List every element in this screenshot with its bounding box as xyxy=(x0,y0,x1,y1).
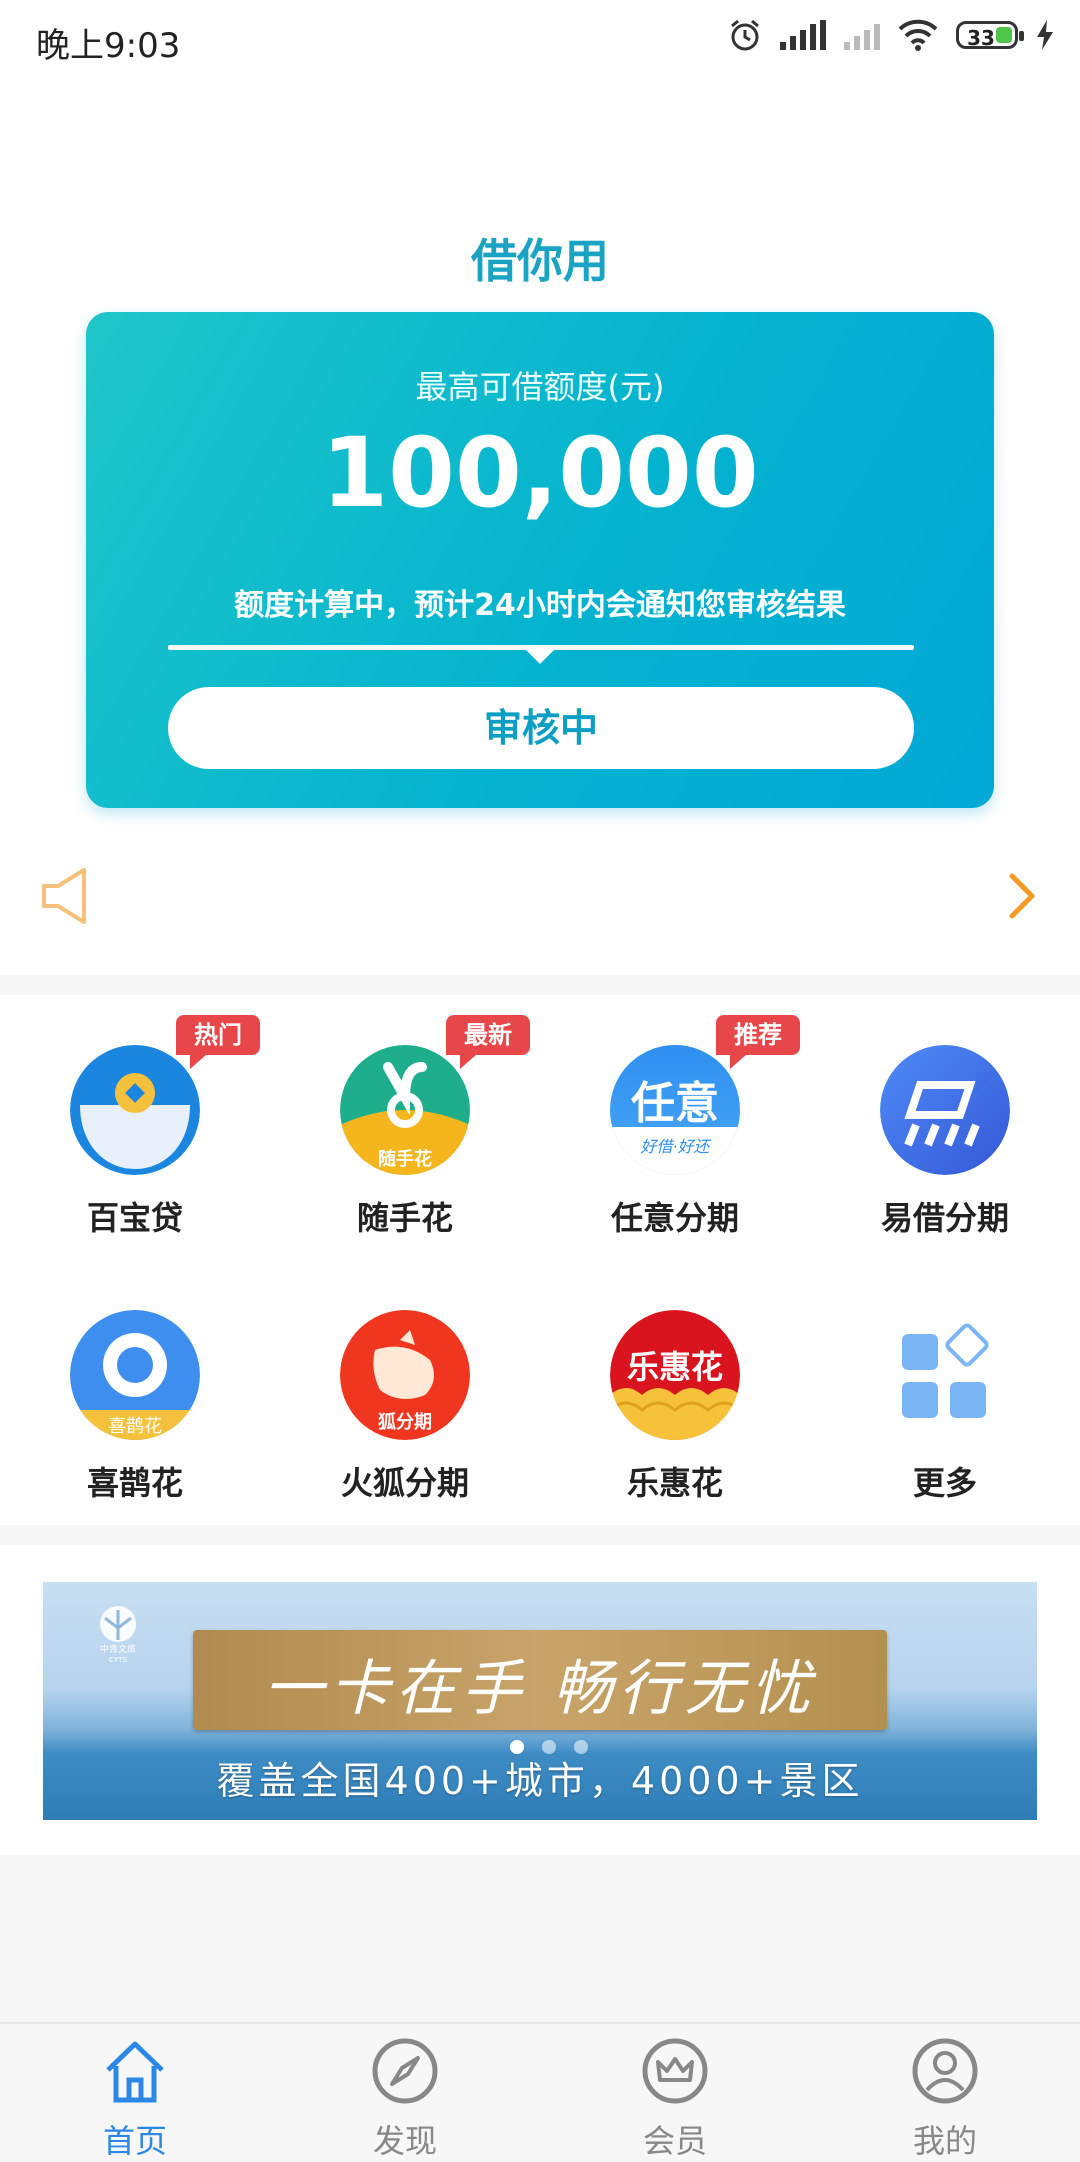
home-icon xyxy=(106,2041,164,2103)
product-label: 易借分期 xyxy=(880,1199,1009,1237)
product-grid: 热门 百宝贷 随手花 最新 随手花 任意 好借·好还 推荐 任意分期 易借分期 … xyxy=(0,995,1080,1525)
product-label: 百宝贷 xyxy=(86,1199,183,1237)
battery-level: 33 xyxy=(967,26,995,50)
badge-new: 最新 xyxy=(446,1015,530,1069)
lehuihua-icon: 乐惠花 xyxy=(610,1310,740,1440)
speaker-icon xyxy=(42,868,86,924)
tab-home[interactable]: 首页 xyxy=(0,2024,270,2162)
badge-hot: 热门 xyxy=(176,1015,260,1069)
charging-icon xyxy=(1037,20,1053,50)
product-label: 喜鹊花 xyxy=(86,1464,183,1502)
product-label: 随手花 xyxy=(356,1199,453,1237)
fox-icon: 狐分期 xyxy=(340,1310,470,1440)
promo-banner[interactable]: 中青文旅 CYTS 一卡在手 畅行无忧 覆盖全国400+城市，4000+景区 xyxy=(43,1582,1037,1820)
yijie-icon xyxy=(880,1045,1010,1175)
more-button[interactable]: 更多 xyxy=(810,1260,1080,1502)
limit-label: 最高可借额度(元) xyxy=(415,368,665,406)
product-lehuihua[interactable]: 乐惠花 乐惠花 xyxy=(540,1260,810,1502)
tab-label: 发现 xyxy=(372,2122,437,2160)
battery-icon: 33 xyxy=(956,21,1024,50)
signal-2-icon xyxy=(844,20,880,50)
tab-member[interactable]: 会员 xyxy=(540,2024,810,2162)
banner-subtitle: 覆盖全国400+城市，4000+景区 xyxy=(216,1759,864,1803)
badge-recommend: 推荐 xyxy=(716,1015,800,1069)
cyts-logo-icon: 中青文旅CYTS xyxy=(100,1606,136,1664)
icon-subtext: 好借·好还 xyxy=(640,1137,710,1156)
tab-label: 我的 xyxy=(912,2122,977,2160)
compass-icon xyxy=(372,2038,438,2104)
product-yijie[interactable]: 易借分期 xyxy=(810,995,1080,1237)
product-baibaodai[interactable]: 热门 百宝贷 xyxy=(0,995,270,1237)
review-status-button[interactable]: 审核中 xyxy=(168,687,914,769)
review-notice: 额度计算中，预计24小时内会通知您审核结果 xyxy=(234,588,846,623)
svg-text:CYTS: CYTS xyxy=(109,1656,127,1664)
icon-text: 狐分期 xyxy=(378,1412,432,1433)
product-label: 火狐分期 xyxy=(340,1464,469,1502)
svg-text:中青文旅: 中青文旅 xyxy=(100,1643,136,1655)
icon-text: 任意 xyxy=(631,1078,719,1129)
wifi-icon xyxy=(898,19,938,51)
tab-label: 首页 xyxy=(102,2122,167,2160)
alarm-icon xyxy=(731,19,759,51)
product-renyi[interactable]: 任意 好借·好还 推荐 任意分期 xyxy=(540,995,810,1237)
status-time: 晚上9:03 xyxy=(36,26,181,66)
product-suishouhua[interactable]: 随手花 最新 随手花 xyxy=(270,995,540,1237)
limit-amount: 100,000 xyxy=(321,417,759,529)
bottom-tab-bar: 首页 发现 会员 我的 xyxy=(0,2022,1080,2162)
icon-text: 乐惠花 xyxy=(626,1348,723,1386)
crown-icon xyxy=(642,2038,708,2104)
renyi-icon: 任意 好借·好还 xyxy=(610,1045,740,1175)
banner-headline: 一卡在手 畅行无忧 xyxy=(263,1654,817,1724)
credit-limit-card: 最高可借额度(元) 100,000 额度计算中，预计24小时内会通知您审核结果 … xyxy=(86,312,994,808)
icon-text: 随手花 xyxy=(378,1149,432,1170)
page-title: 借你用 xyxy=(471,234,609,288)
divider-notch xyxy=(524,648,556,664)
icon-text: 喜鹊花 xyxy=(108,1416,162,1437)
coin-icon xyxy=(70,1045,200,1175)
suishouhua-icon: 随手花 xyxy=(340,1045,470,1175)
tab-label: 会员 xyxy=(642,2122,707,2160)
product-label: 任意分期 xyxy=(610,1199,739,1237)
status-icons: 33 xyxy=(728,18,1054,52)
product-xiquehua[interactable]: 喜鹊花 喜鹊花 xyxy=(0,1260,270,1502)
chevron-right-icon[interactable] xyxy=(1004,870,1040,922)
status-bar: 晚上9:03 33 xyxy=(0,0,1080,80)
product-label: 更多 xyxy=(912,1464,977,1502)
tab-mine[interactable]: 我的 xyxy=(810,2024,1080,2162)
signal-icon xyxy=(780,20,826,50)
product-huohu[interactable]: 狐分期 火狐分期 xyxy=(270,1260,540,1502)
product-label: 乐惠花 xyxy=(626,1464,723,1502)
more-grid-icon xyxy=(880,1310,1010,1440)
user-icon xyxy=(912,2038,978,2104)
tab-discover[interactable]: 发现 xyxy=(270,2024,540,2162)
magpie-icon: 喜鹊花 xyxy=(70,1310,200,1440)
